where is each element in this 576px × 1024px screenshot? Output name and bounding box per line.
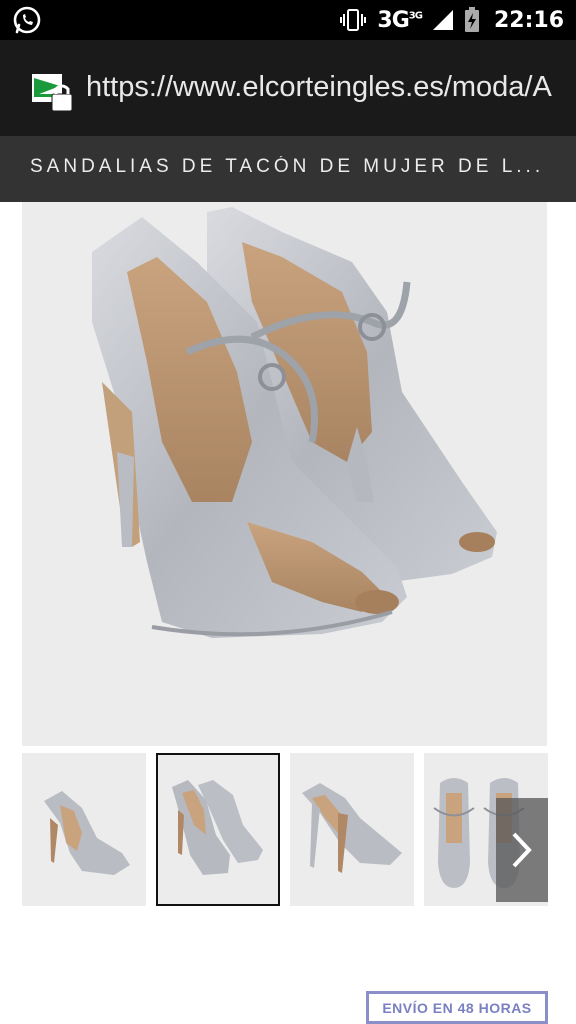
url-text[interactable]: https://www.elcorteingles.es/moda/A (86, 71, 564, 104)
product-title-bar: SANDALIAS DE TACÓN DE MUJER DE L... (0, 136, 576, 202)
battery-charging-icon (464, 7, 479, 32)
whatsapp-icon (13, 6, 41, 34)
gallery-next-button[interactable] (496, 798, 548, 902)
secure-site-lock-icon (32, 74, 73, 112)
thumbnail-3[interactable] (290, 753, 414, 906)
thumbnail-strip (0, 753, 576, 907)
browser-url-bar[interactable]: https://www.elcorteingles.es/moda/A (0, 40, 576, 136)
page-title: SANDALIAS DE TACÓN DE MUJER DE L... (30, 156, 545, 177)
vibrate-icon (340, 9, 367, 31)
product-main-image[interactable] (22, 202, 547, 746)
thumbnail-2[interactable] (156, 753, 280, 906)
signal-icon (432, 10, 453, 30)
chevron-right-icon (512, 832, 532, 868)
network-type: 3G3G (377, 7, 423, 33)
shipping-badge-label: ENVÍO EN 48 HORAS (382, 999, 532, 1016)
sandal-side-thumbnail (44, 791, 130, 875)
sandal-pair-image (92, 207, 497, 638)
sandal-pair-thumbnail (172, 780, 263, 875)
status-icons: 3G3G 22:16 (339, 0, 564, 40)
shipping-badge: ENVÍO EN 48 HORAS (366, 991, 548, 1024)
status-bar: 3G3G 22:16 (0, 0, 576, 40)
clock: 22:16 (493, 7, 564, 33)
sandal-angle-thumbnail (302, 783, 402, 873)
thumbnail-1[interactable] (22, 753, 146, 906)
